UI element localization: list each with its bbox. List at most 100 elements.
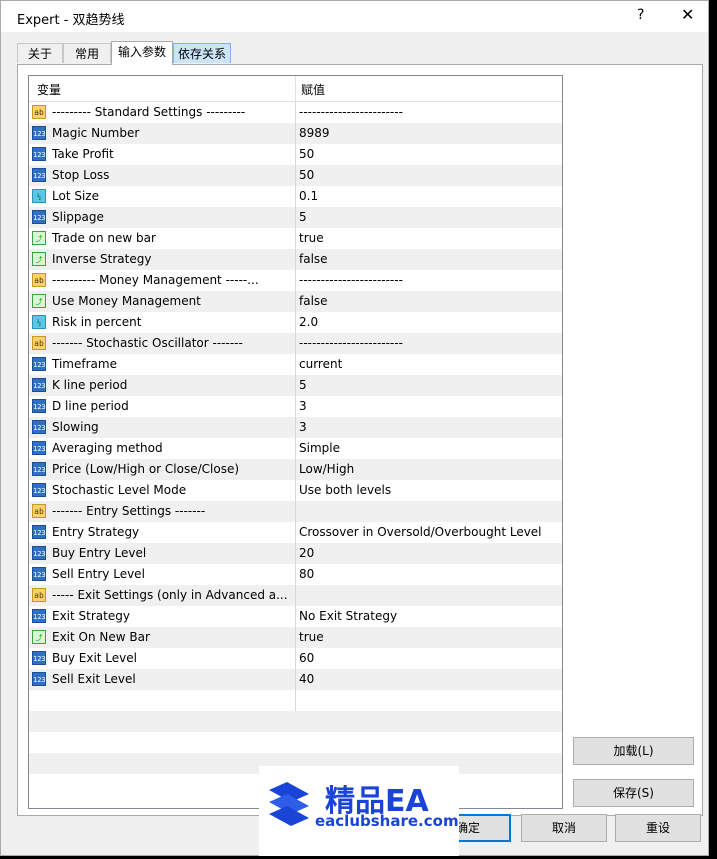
parameter-name: Exit Strategy	[52, 609, 130, 623]
parameter-row[interactable]: 123 K line period 5	[29, 375, 562, 396]
parameter-value[interactable]: 2.0	[299, 315, 318, 329]
tab-common[interactable]: 常用	[63, 43, 111, 63]
parameter-name: Slowing	[52, 420, 99, 434]
int-type-icon: 123	[32, 126, 46, 140]
column-header-value[interactable]: 赋值	[301, 81, 325, 98]
parameter-value[interactable]: Crossover in Oversold/Overbought Level	[299, 525, 542, 539]
parameter-name: Inverse Strategy	[52, 252, 152, 266]
parameter-name: --------- Standard Settings ---------	[52, 105, 246, 119]
parameter-value[interactable]: 5	[299, 378, 307, 392]
parameters-grid: 变量 赋值 ab --------- Standard Settings ----…	[28, 75, 563, 809]
parameter-value[interactable]: false	[299, 294, 328, 308]
parameter-name: Buy Entry Level	[52, 546, 147, 560]
parameter-row[interactable]: 123 Slowing 3	[29, 417, 562, 438]
str-type-icon: ab	[32, 273, 46, 287]
parameter-name: ------- Entry Settings -------	[52, 504, 206, 518]
cancel-button[interactable]: 取消	[521, 814, 607, 842]
parameter-name: Lot Size	[52, 189, 99, 203]
parameter-value[interactable]: Low/High	[299, 462, 354, 476]
parameter-row[interactable]: 123 Buy Entry Level 20	[29, 543, 562, 564]
bool-type-icon: ⤴	[32, 294, 46, 308]
parameter-value[interactable]: false	[299, 252, 328, 266]
parameter-value[interactable]: 3	[299, 399, 307, 413]
parameter-value[interactable]: 8989	[299, 126, 330, 140]
parameter-value[interactable]: 60	[299, 651, 314, 665]
tab-inputs[interactable]: 输入参数	[111, 41, 173, 65]
int-type-icon: 123	[32, 399, 46, 413]
parameter-name: Trade on new bar	[52, 231, 156, 245]
parameter-name: Take Profit	[52, 147, 114, 161]
parameter-value[interactable]: Use both levels	[299, 483, 391, 497]
expert-dialog: Expert - 双趋势线 ? ✕ 关于 常用 输入参数 依存关系 变量 赋值 …	[0, 0, 709, 856]
parameter-value[interactable]: current	[299, 357, 342, 371]
parameter-name: Risk in percent	[52, 315, 142, 329]
parameter-value[interactable]: true	[299, 231, 324, 245]
int-type-icon: 123	[32, 357, 46, 371]
int-type-icon: 123	[32, 147, 46, 161]
parameter-row[interactable]: 123 Stop Loss 50	[29, 165, 562, 186]
int-type-icon: 123	[32, 567, 46, 581]
parameter-value[interactable]: No Exit Strategy	[299, 609, 397, 623]
parameter-value[interactable]: 0.1	[299, 189, 318, 203]
parameter-name: Entry Strategy	[52, 525, 140, 539]
parameter-row[interactable]: 123 Sell Entry Level 80	[29, 564, 562, 585]
int-type-icon: 123	[32, 651, 46, 665]
int-type-icon: 123	[32, 672, 46, 686]
parameter-row[interactable]: ⤴ Use Money Management false	[29, 291, 562, 312]
parameter-value[interactable]: 5	[299, 210, 307, 224]
parameter-value[interactable]: 40	[299, 672, 314, 686]
parameter-row[interactable]: ab ------- Entry Settings -------	[29, 501, 562, 522]
parameter-value[interactable]: ------------------------	[299, 336, 403, 350]
column-header-variable[interactable]: 变量	[37, 81, 61, 98]
parameter-value[interactable]: 50	[299, 168, 314, 182]
parameter-value[interactable]: 20	[299, 546, 314, 560]
parameter-row[interactable]: 123 Entry Strategy Crossover in Oversold/O…	[29, 522, 562, 543]
parameter-value[interactable]: Simple	[299, 441, 340, 455]
parameter-row[interactable]: 123 Buy Exit Level 60	[29, 648, 562, 669]
bool-type-icon: ⤴	[32, 252, 46, 266]
parameter-row[interactable]: ⤴ Inverse Strategy false	[29, 249, 562, 270]
parameter-row[interactable]: ab ----- Exit Settings (only in Advanced …	[29, 585, 562, 606]
reset-button[interactable]: 重设	[615, 814, 701, 842]
parameter-row[interactable]: ab --------- Standard Settings --------- -…	[29, 102, 562, 123]
parameter-value[interactable]: 80	[299, 567, 314, 581]
parameter-value[interactable]: 50	[299, 147, 314, 161]
parameter-row[interactable]: 123 Sell Exit Level 40	[29, 669, 562, 690]
save-button[interactable]: 保存(S)	[573, 779, 694, 807]
parameter-name: ---------- Money Management -----...	[52, 273, 259, 287]
parameter-row[interactable]: ½ Lot Size 0.1	[29, 186, 562, 207]
parameter-row[interactable]: 123 Exit Strategy No Exit Strategy	[29, 606, 562, 627]
parameter-row[interactable]: 123 Slippage 5	[29, 207, 562, 228]
parameter-row[interactable]: 123 Magic Number 8989	[29, 123, 562, 144]
parameter-row[interactable]: 123 Timeframe current	[29, 354, 562, 375]
int-type-icon: 123	[32, 168, 46, 182]
str-type-icon: ab	[32, 504, 46, 518]
parameter-name: Stop Loss	[52, 168, 110, 182]
parameter-row[interactable]: ab ------- Stochastic Oscillator ------- -…	[29, 333, 562, 354]
tab-dependencies[interactable]: 依存关系	[173, 43, 231, 63]
help-button[interactable]: ?	[637, 7, 644, 23]
parameter-row[interactable]: ½ Risk in percent 2.0	[29, 312, 562, 333]
parameter-value[interactable]: ------------------------	[299, 105, 403, 119]
parameter-name: Sell Exit Level	[52, 672, 136, 686]
watermark: 精品EA eaclubshare.com	[259, 766, 459, 856]
load-button[interactable]: 加载(L)	[573, 737, 694, 765]
parameter-value[interactable]: 3	[299, 420, 307, 434]
int-type-icon: 123	[32, 420, 46, 434]
parameter-name: Price (Low/High or Close/Close)	[52, 462, 240, 476]
parameter-row[interactable]: ⤴ Trade on new bar true	[29, 228, 562, 249]
int-type-icon: 123	[32, 546, 46, 560]
close-button[interactable]: ✕	[681, 5, 694, 24]
parameter-row[interactable]: 123 Take Profit 50	[29, 144, 562, 165]
parameter-row[interactable]: ab ---------- Money Management -----... --…	[29, 270, 562, 291]
tab-about[interactable]: 关于	[17, 43, 63, 63]
parameter-row[interactable]: 123 D line period 3	[29, 396, 562, 417]
parameter-value[interactable]: true	[299, 630, 324, 644]
parameter-row[interactable]: ⤴ Exit On New Bar true	[29, 627, 562, 648]
parameter-value[interactable]: ------------------------	[299, 273, 403, 287]
grid-header: 变量 赋值	[29, 76, 562, 102]
inputs-panel: 变量 赋值 ab --------- Standard Settings ----…	[17, 64, 703, 816]
parameter-row[interactable]: 123 Price (Low/High or Close/Close) Low/Hi…	[29, 459, 562, 480]
parameter-row[interactable]: 123 Stochastic Level Mode Use both levels	[29, 480, 562, 501]
parameter-row[interactable]: 123 Averaging method Simple	[29, 438, 562, 459]
